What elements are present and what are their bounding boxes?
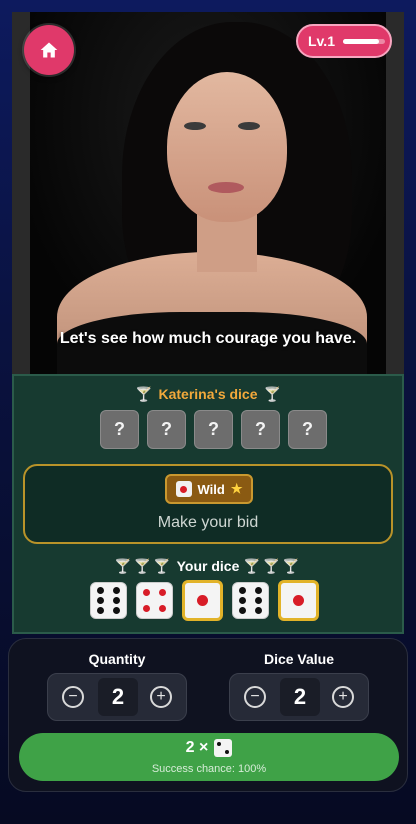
- wild-badge: Wild ★: [165, 474, 253, 504]
- player-dice-label: Your dice: [176, 558, 240, 574]
- hidden-die: ?: [241, 410, 280, 449]
- dice-value-decrease-button[interactable]: −: [244, 686, 266, 708]
- star-icon: ★: [230, 481, 243, 496]
- player-die-6: [90, 582, 127, 619]
- player-die-1: [278, 580, 319, 621]
- game-screen: Let's see how much courage you have. Lv.…: [8, 12, 408, 812]
- success-chance: Success chance: 100%: [151, 763, 267, 775]
- quantity-label: Quantity: [88, 651, 146, 667]
- quantity-value: 2: [98, 678, 138, 716]
- player-die-4: [136, 582, 173, 619]
- portrait-lips: [208, 182, 244, 193]
- dice-value-stepper: − 2 +: [229, 673, 369, 721]
- dice-value-increase-button[interactable]: +: [332, 686, 354, 708]
- level-progress-bar: [342, 38, 385, 44]
- opponent-dice-title: 🍸 Katerina's dice 🍸: [14, 386, 402, 403]
- quantity-stepper: − 2 +: [47, 673, 187, 721]
- level-badge[interactable]: Lv.1: [296, 24, 392, 58]
- portrait-edge-right: [386, 12, 404, 374]
- die-one-icon: [175, 481, 192, 497]
- bid-prompt: Make your bid: [157, 514, 259, 531]
- bid-quantity-text: 2 ×: [185, 739, 209, 756]
- level-label: Lv.1: [308, 33, 335, 49]
- player-dice: [90, 580, 319, 621]
- hidden-die: ?: [100, 410, 139, 449]
- bid-panel: Wild ★ Make your bid: [23, 464, 393, 544]
- hidden-die: ?: [288, 410, 327, 449]
- opponent-dice: ?????: [100, 410, 327, 449]
- die-face-icon: [214, 739, 233, 757]
- wild-label: Wild: [197, 481, 225, 497]
- goblet-icon: 🍸: [263, 386, 281, 402]
- level-progress-fill: [342, 38, 379, 44]
- portrait-eye-left: [184, 122, 206, 130]
- place-bid-button[interactable]: 2 × Success chance: 100%: [19, 733, 399, 781]
- portrait-face: [167, 72, 287, 222]
- home-icon: [40, 42, 58, 58]
- bid-controls: Quantity − 2 + Dice Value − 2 + 2 × Succ…: [8, 638, 408, 792]
- goblet-icon: 🍸: [135, 386, 153, 402]
- player-dice-title: 🍸🍸🍸 Your dice 🍸🍸🍸: [14, 558, 402, 575]
- dice-value: 2: [280, 678, 320, 716]
- portrait-eye-right: [238, 122, 260, 130]
- opponent-portrait: Let's see how much courage you have. Lv.…: [12, 12, 404, 374]
- bid-summary: 2 ×: [19, 739, 399, 757]
- hidden-die: ?: [147, 410, 186, 449]
- goblet-icon: 🍸🍸🍸: [114, 558, 173, 574]
- quantity-decrease-button[interactable]: −: [62, 686, 84, 708]
- opponent-name: Katerina's dice: [158, 386, 258, 402]
- dialogue-caption: Let's see how much courage you have.: [59, 330, 357, 347]
- goblet-icon: 🍸🍸🍸: [243, 558, 302, 574]
- game-table: 🍸 Katerina's dice 🍸 ????? Wild ★ Make your…: [12, 374, 404, 634]
- home-button[interactable]: [24, 25, 74, 75]
- dice-value-label: Dice Value: [263, 651, 335, 667]
- player-die-6: [232, 582, 269, 619]
- quantity-increase-button[interactable]: +: [150, 686, 172, 708]
- hidden-die: ?: [194, 410, 233, 449]
- player-die-1: [182, 580, 223, 621]
- portrait-edge-left: [12, 12, 30, 374]
